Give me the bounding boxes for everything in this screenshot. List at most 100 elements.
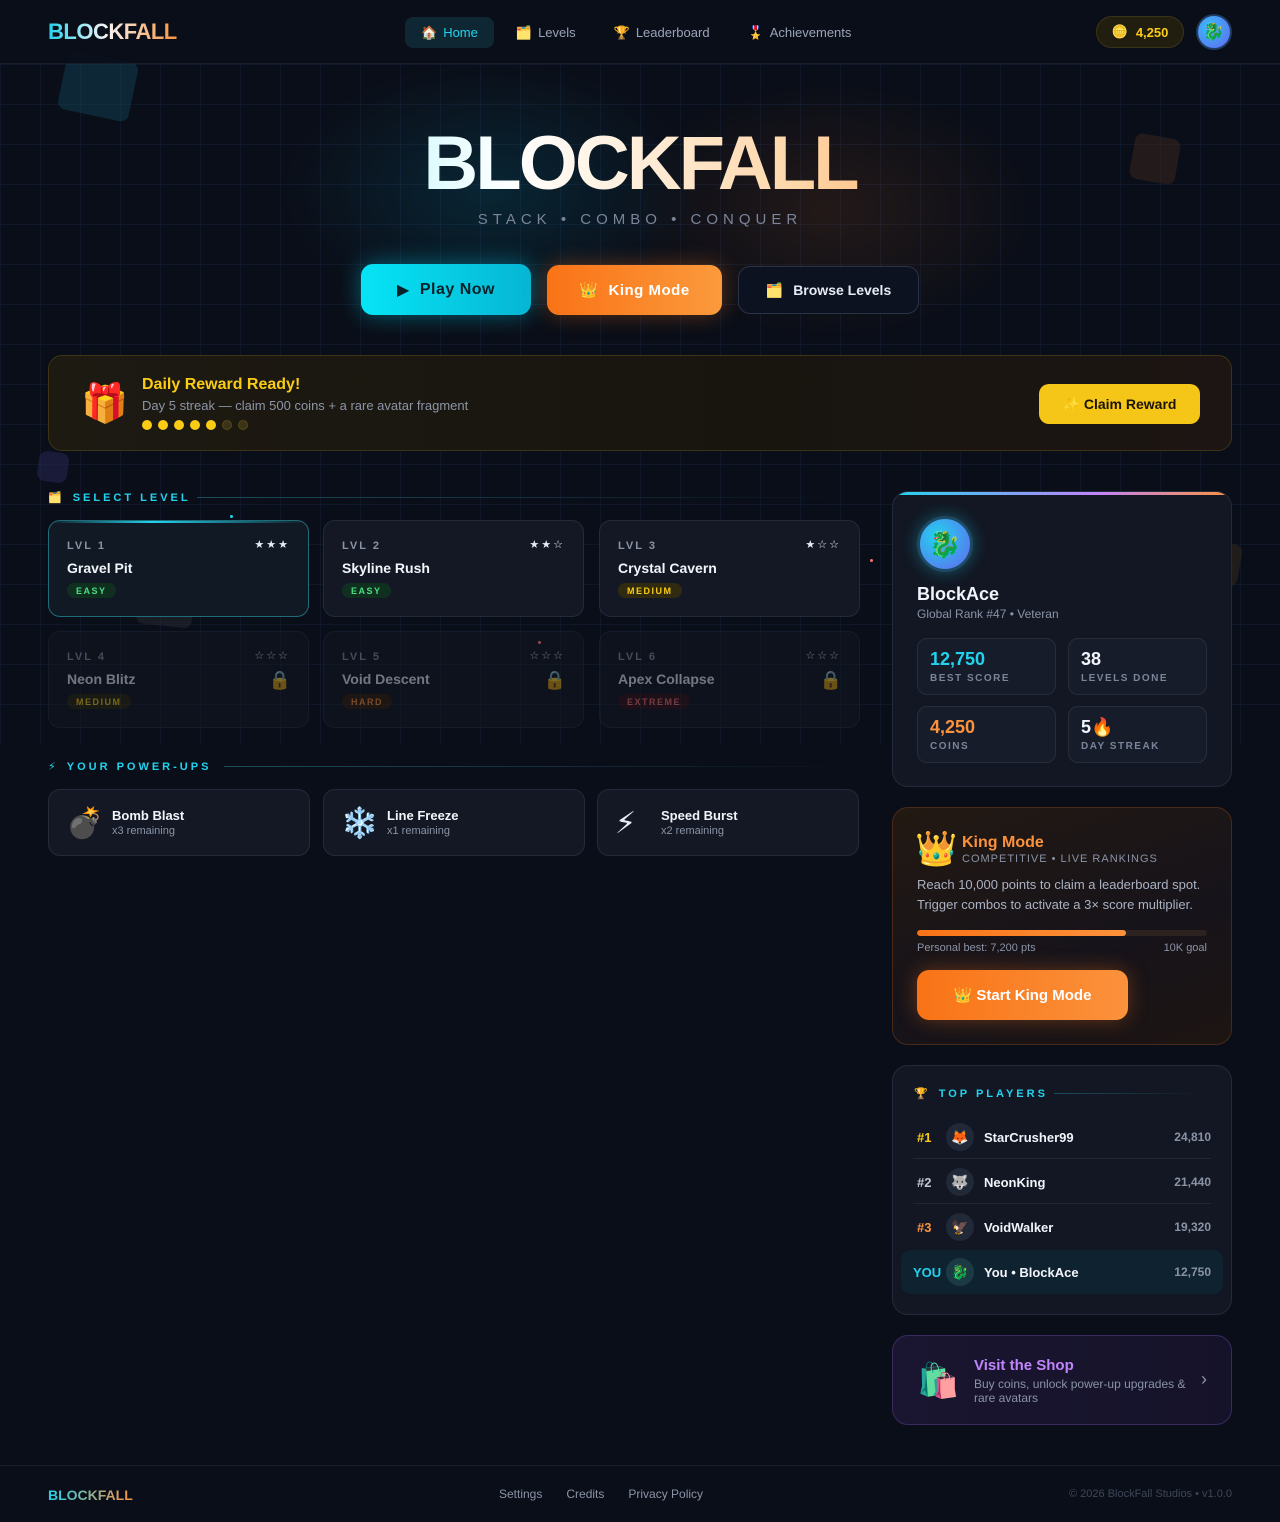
stat-value: 4,250	[930, 717, 976, 737]
power-up-speed-burst[interactable]: ⚡ Speed Burst x2 remaining	[597, 789, 859, 856]
footer-link-settings[interactable]: Settings	[499, 1487, 542, 1501]
player-name: BlockAce	[917, 584, 1000, 604]
difficulty-badge: EASY	[67, 583, 116, 598]
dragon-icon: 🐉	[928, 528, 962, 559]
browse-levels-label: Browse Levels	[793, 282, 892, 298]
nav-link-label: Achievements	[769, 25, 852, 40]
shop-card[interactable]: 🛍️ Visit the Shop Buy coins, unlock powe…	[892, 1335, 1232, 1425]
chevron-right-icon: ›	[1201, 1369, 1207, 1389]
coin-balance[interactable]: 🪙 4,250	[1096, 16, 1184, 48]
level-number: LVL 4	[67, 651, 106, 663]
divider	[197, 497, 860, 498]
power-up-line-freeze[interactable]: ❄️ Line Freeze x1 remaining	[323, 789, 585, 856]
top-players-heading: 🏆 TOP PLAYERS	[914, 1087, 1048, 1101]
browse-levels-button[interactable]: 🗂️ Browse Levels	[738, 266, 919, 314]
king-mode-description: Reach 10,000 points to claim a leaderboa…	[917, 877, 1201, 912]
footer-link-privacy[interactable]: Privacy Policy	[628, 1487, 703, 1501]
stat-levels-done: 38 LEVELS DONE	[1068, 638, 1207, 695]
play-now-button[interactable]: ▶ Play Now	[361, 264, 531, 315]
stat-value: 5🔥	[1081, 717, 1114, 737]
stat-value: 12,750	[930, 649, 986, 669]
lock-icon: 🔒	[543, 670, 566, 690]
folder-icon: 🗂️	[515, 24, 533, 40]
footer: BLOCKFALL Settings Credits Privacy Polic…	[0, 1465, 1280, 1522]
trophy-icon: 🏆	[914, 1088, 931, 1100]
nav-link-levels[interactable]: 🗂️ Levels	[500, 17, 592, 48]
dragon-icon: 🐉	[1203, 22, 1225, 41]
level-card-5[interactable]: LVL 5 ☆☆☆ Void Descent HARD 🔒	[323, 631, 584, 728]
nav-link-leaderboard[interactable]: 🏆 Leaderboard	[598, 17, 726, 48]
nav-link-label: Levels	[538, 25, 576, 40]
footer-link-credits[interactable]: Credits	[566, 1487, 604, 1501]
nav-logo[interactable]: BLOCKFALL	[48, 19, 177, 45]
start-king-mode-button[interactable]: 👑 Start King Mode	[917, 970, 1128, 1020]
leaderboard-row[interactable]: #3 🦅 VoidWalker 19,320	[901, 1205, 1223, 1249]
level-stars: ★☆☆	[805, 539, 841, 551]
level-name: Crystal Cavern	[618, 560, 717, 576]
level-stars: ☆☆☆	[529, 650, 565, 662]
sparkle	[230, 515, 233, 518]
player-name: VoidWalker	[984, 1220, 1054, 1235]
player-position: #3	[917, 1220, 932, 1235]
home-icon: 🏠	[421, 24, 438, 40]
power-up-remaining: x2 remaining	[661, 825, 724, 837]
level-card-6[interactable]: LVL 6 ☆☆☆ Apex Collapse EXTREME 🔒	[599, 631, 860, 728]
copyright: © 2026 BlockFall Studios • v1.0.0	[1069, 1488, 1232, 1500]
player-score: 24,810	[1174, 1130, 1211, 1144]
coin-balance-value: 4,250	[1135, 24, 1169, 40]
trophy-icon: 🏆	[613, 24, 630, 40]
player-name: NeonKing	[984, 1175, 1046, 1190]
shop-title: Visit the Shop	[974, 1357, 1074, 1374]
nav-link-home[interactable]: 🏠 Home	[405, 17, 494, 48]
hero-subtitle: STACK • COMBO • CONQUER	[477, 211, 803, 228]
difficulty-badge: EASY	[342, 583, 391, 598]
power-up-name: Line Freeze	[387, 808, 459, 823]
top-players-card: 🏆 TOP PLAYERS #1 🦊 StarCrusher99 24,810 …	[892, 1065, 1232, 1315]
stat-label: LEVELS DONE	[1081, 673, 1169, 684]
row-divider	[913, 1203, 1211, 1204]
lock-icon: 🔒	[268, 670, 291, 690]
streak-dot-empty	[222, 420, 232, 430]
level-stars: ★★★	[254, 539, 290, 551]
crown-icon: 👑	[915, 830, 958, 868]
streak-dot-empty	[238, 420, 248, 430]
folder-icon: 🗂️	[48, 492, 65, 504]
player-position: #2	[917, 1175, 932, 1190]
player-score: 12,750	[1174, 1265, 1211, 1279]
king-mode-title: King Mode	[962, 834, 1044, 851]
power-up-remaining: x3 remaining	[112, 825, 175, 837]
stat-label: BEST SCORE	[930, 673, 1011, 684]
power-up-bomb-blast[interactable]: 💣 Bomb Blast x3 remaining	[48, 789, 310, 856]
daily-reward-title: Daily Reward Ready!	[142, 376, 301, 393]
level-number: LVL 5	[342, 651, 381, 663]
level-card-4[interactable]: LVL 4 ☆☆☆ Neon Blitz MEDIUM 🔒	[48, 631, 309, 728]
row-divider	[913, 1158, 1211, 1159]
difficulty-badge: MEDIUM	[618, 583, 682, 598]
level-number: LVL 2	[342, 540, 381, 552]
level-card-3[interactable]: LVL 3 ★☆☆ Crystal Cavern MEDIUM	[599, 520, 860, 617]
nav-link-achievements[interactable]: 🎖️ Achievements	[732, 17, 868, 48]
gift-icon: 🎁	[81, 383, 129, 425]
avatar[interactable]: 🐉	[1196, 14, 1232, 50]
streak-dot-filled	[190, 420, 200, 430]
power-up-name: Speed Burst	[661, 808, 738, 823]
level-card-1[interactable]: LVL 1 ★★★ Gravel Pit EASY	[48, 520, 309, 617]
player-score: 21,440	[1174, 1175, 1211, 1189]
leaderboard-row[interactable]: #1 🦊 StarCrusher99 24,810	[901, 1115, 1223, 1159]
difficulty-badge: EXTREME	[618, 694, 691, 709]
claim-reward-button[interactable]: ✨ Claim Reward	[1039, 384, 1200, 424]
hero-title: BLOCKFALL	[0, 120, 1280, 207]
stat-coins: 4,250 COINS	[917, 706, 1056, 763]
player-position: #1	[917, 1130, 932, 1145]
divider	[224, 766, 860, 767]
dragon-icon: 🐉	[946, 1258, 974, 1286]
level-card-2[interactable]: LVL 2 ★★☆ Skyline Rush EASY	[323, 520, 584, 617]
level-name: Void Descent	[342, 671, 430, 687]
leaderboard-row-you[interactable]: YOU 🐉 You • BlockAce 12,750	[901, 1250, 1223, 1294]
king-mode-subtitle: COMPETITIVE • LIVE RANKINGS	[962, 853, 1158, 865]
leaderboard-row[interactable]: #2 🐺 NeonKing 21,440	[901, 1160, 1223, 1204]
level-stars: ★★☆	[529, 539, 565, 551]
player-rank: Global Rank #47 • Veteran	[917, 607, 1059, 621]
avatar[interactable]: 🐉	[917, 516, 973, 572]
king-mode-button[interactable]: 👑 King Mode	[547, 265, 722, 315]
